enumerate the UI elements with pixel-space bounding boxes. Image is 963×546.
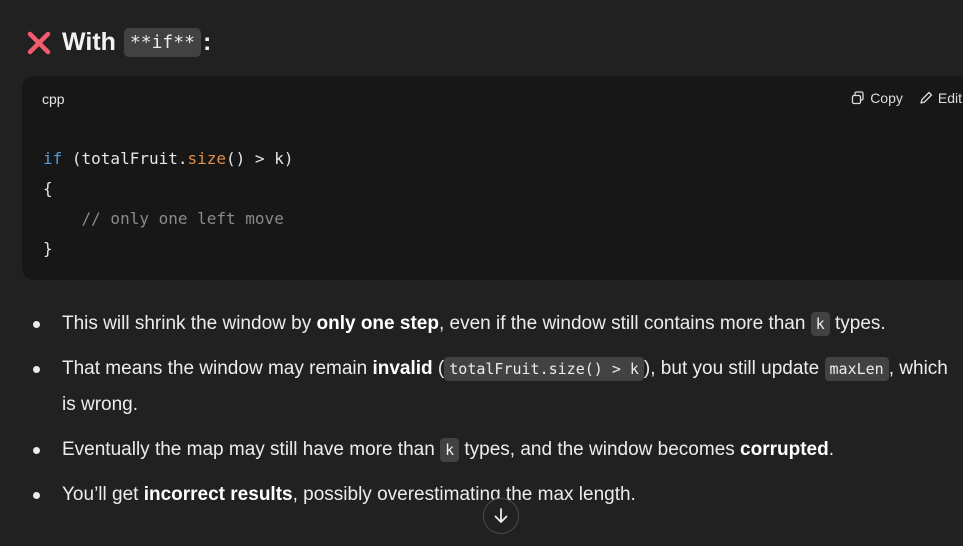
code-line: {	[43, 179, 53, 198]
text: (	[432, 358, 445, 379]
text: ), but you still update	[643, 358, 825, 379]
text: That means the window may remain	[62, 358, 373, 379]
text: types, and the window becomes	[459, 439, 741, 460]
list-item: Eventually the map may still have more t…	[30, 432, 955, 468]
code-line: }	[43, 239, 53, 258]
scroll-to-bottom-button[interactable]	[483, 498, 519, 534]
text: types.	[829, 313, 886, 334]
code-comment: // only one left move	[43, 209, 284, 228]
text: This will shrink the window by	[62, 313, 317, 334]
arrow-down-icon	[494, 508, 508, 523]
copy-icon	[852, 91, 864, 105]
text: Eventually the map may still have more t…	[62, 439, 441, 460]
heading-text: With	[62, 28, 116, 56]
code-content: if (totalFruit.size() > k) { // only one …	[43, 144, 293, 264]
inline-code: maxLen	[824, 357, 889, 381]
code-text: () > k)	[226, 149, 294, 168]
code-text: (totalFruit.	[62, 149, 188, 168]
bold-text: invalid	[372, 358, 433, 379]
inline-code: totalFruit.size() > k	[444, 357, 644, 381]
list-item: That means the window may remain invalid…	[30, 351, 955, 423]
code-keyword: if	[43, 149, 63, 168]
edit-button[interactable]: Edit	[919, 90, 962, 106]
code-function: size	[187, 149, 227, 168]
text: , even if the window still contains more…	[438, 313, 811, 334]
edit-label: Edit	[937, 90, 962, 106]
code-language-label: cpp	[42, 91, 65, 107]
inline-code: k	[440, 438, 460, 462]
copy-label: Copy	[870, 90, 903, 106]
heading-inline-code: **if**	[123, 28, 201, 57]
code-actions: Copy Edit	[851, 90, 962, 106]
list-item: This will shrink the window by only one …	[30, 306, 955, 342]
bold-text: corrupted	[740, 439, 829, 460]
bold-text: incorrect results	[143, 484, 293, 505]
bold-text: only one step	[316, 313, 439, 334]
code-block: cpp Copy Edit if (totalFruit.size() > k)…	[22, 76, 963, 280]
heading-colon: :	[202, 28, 212, 56]
text: , possibly overestimating the max length…	[292, 484, 636, 505]
cross-mark-icon	[27, 31, 51, 54]
inline-code: k	[810, 312, 830, 336]
pencil-icon	[920, 91, 933, 104]
bullet-list: This will shrink the window by only one …	[30, 306, 955, 522]
code-line: if (totalFruit.size() > k)	[43, 144, 293, 174]
copy-button[interactable]: Copy	[851, 90, 903, 106]
text: You’ll get	[62, 484, 144, 505]
section-heading: With **if** :	[26, 28, 211, 57]
text: .	[828, 439, 835, 460]
